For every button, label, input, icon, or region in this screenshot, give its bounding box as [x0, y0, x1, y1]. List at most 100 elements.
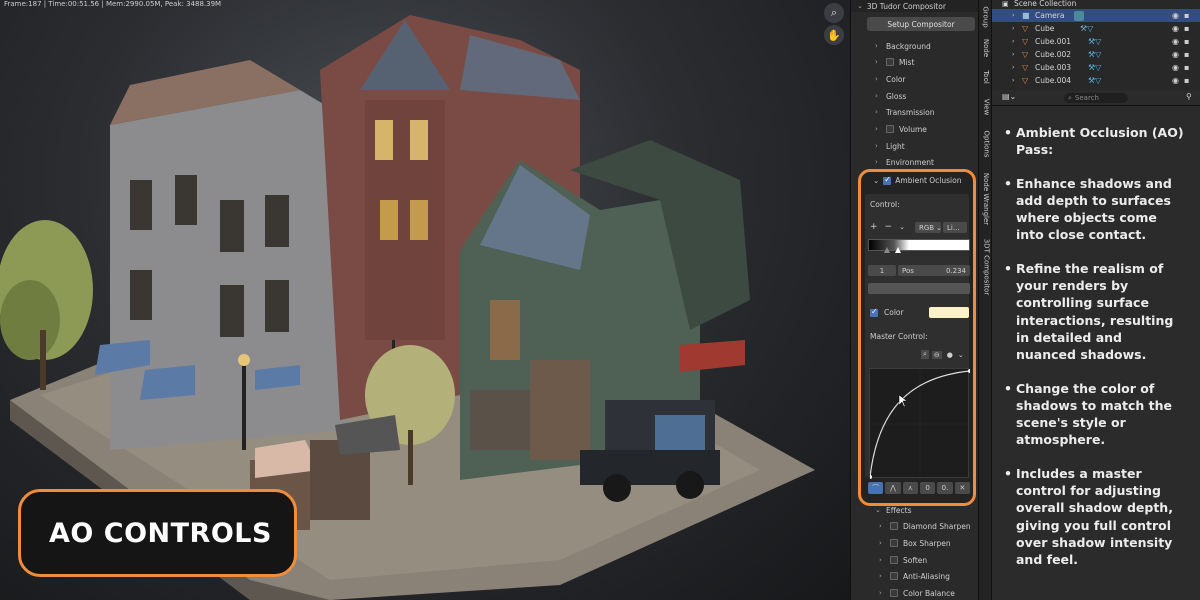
effect-checkbox[interactable] [890, 572, 898, 580]
section-color[interactable]: › Color [875, 73, 906, 85]
eye-icon[interactable]: ◉ [1172, 11, 1179, 20]
section-effects[interactable]: ⌄ Effects [875, 504, 912, 516]
shadow-color-swatch[interactable] [929, 307, 969, 318]
camera-render-icon[interactable]: ▪ [1184, 37, 1189, 46]
curve-sharp-icon[interactable]: ⋀ [885, 482, 901, 494]
eye-icon[interactable]: ◉ [1172, 63, 1179, 72]
curve-vector-icon[interactable]: ⋏ [902, 482, 918, 494]
color-toggle-row[interactable]: Color [870, 307, 904, 317]
eye-icon[interactable]: ◉ [1172, 50, 1179, 59]
tab-node[interactable]: Node [979, 34, 993, 62]
tab-group[interactable]: Group [979, 2, 993, 32]
stop-color-bar[interactable] [868, 283, 970, 294]
effect-checkbox[interactable] [890, 539, 898, 547]
camera-render-icon[interactable]: ▪ [1184, 50, 1189, 59]
tab-node-wrangler[interactable]: Node Wrangler [979, 167, 993, 231]
chevron-right-icon[interactable]: › [1012, 12, 1014, 19]
add-stop-icon[interactable]: + [870, 222, 878, 232]
panel-title: 3D Tudor Compositor [866, 1, 946, 11]
effect-soften[interactable]: › Soften [879, 554, 927, 566]
camera-render-icon[interactable]: ▪ [1184, 76, 1189, 85]
outliner-item-cube-004[interactable]: › ▽ Cube.004 ⚒▽ ◉ ▪ [992, 74, 1200, 87]
chevron-right-icon[interactable]: › [1012, 77, 1014, 84]
mesh-icon: ▽ [1022, 50, 1029, 59]
notes-list: Ambient Occlusion (AO) Pass: Enhance sha… [1004, 124, 1186, 569]
volume-checkbox[interactable] [886, 125, 894, 133]
close-icon[interactable]: ✕ [954, 482, 970, 494]
section-volume[interactable]: › Volume [875, 123, 927, 135]
tab-3dt-compositor[interactable]: 3DT Compositor [979, 234, 993, 300]
outliner-item-cube[interactable]: › ▽ Cube ⚒▽ ◉ ▪ [992, 22, 1200, 35]
camera-icon: ■ [1022, 11, 1030, 20]
outliner-item-cube-003[interactable]: › ▽ Cube.003 ⚒▽ ◉ ▪ [992, 61, 1200, 74]
pin-icon[interactable]: ⚲ [1186, 92, 1192, 101]
tab-view[interactable]: View [979, 93, 993, 121]
chevron-down-icon[interactable]: ⌄ [857, 2, 863, 10]
setup-compositor-button[interactable]: Setup Compositor [867, 17, 975, 31]
color-mode-select[interactable]: RGB ⌄ [915, 222, 942, 233]
section-gloss[interactable]: › Gloss [875, 90, 906, 102]
ao-enable-checkbox[interactable] [883, 175, 892, 185]
master-curve-graph[interactable] [868, 368, 972, 479]
interpolation-select[interactable]: Li... [943, 222, 967, 233]
curve-smooth-icon[interactable]: ⌒ [868, 482, 884, 494]
editor-type-icon[interactable]: ▤⌄ [1002, 92, 1016, 101]
camera-render-icon[interactable]: ▪ [1184, 24, 1189, 33]
camera-render-icon[interactable]: ▪ [1184, 11, 1189, 20]
zoom-icon[interactable]: ⌕ [921, 350, 929, 359]
zoom-icon[interactable]: ⌕ [824, 3, 844, 23]
notes-panel: Ambient Occlusion (AO) Pass: Enhance sha… [992, 106, 1200, 600]
tab-tool[interactable]: Tool [979, 64, 993, 90]
chevron-right-icon: › [879, 556, 882, 564]
effect-diamond-sharpen[interactable]: › Diamond Sharpen [879, 520, 971, 532]
camera-render-icon[interactable]: ▪ [1184, 63, 1189, 72]
section-environment[interactable]: › Environment [875, 156, 934, 168]
chevron-right-icon: › [875, 142, 878, 150]
effect-checkbox[interactable] [890, 589, 898, 597]
effect-anti-aliasing[interactable]: › Anti-Aliasing [879, 570, 950, 582]
section-light[interactable]: › Light [875, 140, 905, 152]
stop-index-field[interactable]: 1 [868, 265, 896, 276]
section-transmission[interactable]: › Transmission [875, 106, 934, 118]
search-input[interactable]: ⌕ Search [1064, 93, 1128, 103]
section-mist[interactable]: › Mist [875, 56, 914, 68]
note-item: Ambient Occlusion (AO) Pass: [1004, 124, 1186, 159]
dot-icon[interactable]: ● [945, 351, 955, 359]
curve-y-value[interactable]: 0. [937, 482, 953, 494]
hand-icon[interactable]: ✋ [824, 25, 844, 45]
effect-checkbox[interactable] [890, 556, 898, 564]
remove-stop-icon[interactable]: − [885, 222, 893, 232]
effect-color-balance[interactable]: › Color Balance [879, 587, 955, 599]
mesh-icon: ▽ [1022, 24, 1029, 33]
ao-header[interactable]: ⌄ Ambient Oclusion [873, 175, 961, 186]
chevron-right-icon: › [879, 539, 882, 547]
chevron-right-icon[interactable]: › [1012, 64, 1014, 71]
3d-viewport[interactable]: Frame:187 | Time:00:51.56 | Mem:2990.05M… [0, 0, 850, 600]
mist-checkbox[interactable] [886, 58, 894, 66]
chevron-down-icon[interactable]: ⌄ [873, 176, 879, 185]
color-checkbox[interactable] [870, 307, 878, 317]
ramp-stop-handle[interactable] [884, 247, 890, 253]
reset-view-icon[interactable]: ⊖ [931, 350, 942, 359]
chevron-right-icon[interactable]: › [1012, 25, 1014, 32]
outliner-item-cube-001[interactable]: › ▽ Cube.001 ⚒▽ ◉ ▪ [992, 35, 1200, 48]
effect-box-sharpen[interactable]: › Box Sharpen [879, 537, 951, 549]
modifier-icon: ⚒▽ [1080, 24, 1094, 33]
outliner-item-camera[interactable]: › ■ Camera ◉ ▪ [992, 9, 1200, 22]
tab-options[interactable]: Options [979, 124, 993, 164]
chevron-down-icon[interactable]: ⌄ [899, 223, 905, 231]
ramp-stop-handle[interactable] [895, 247, 901, 253]
eye-icon[interactable]: ◉ [1172, 24, 1179, 33]
section-background[interactable]: › Background [875, 40, 931, 52]
chevron-right-icon[interactable]: › [1012, 38, 1014, 45]
panel-header[interactable]: ⌄ 3D Tudor Compositor [851, 0, 979, 12]
chevron-right-icon[interactable]: › [1012, 51, 1014, 58]
chevron-down-icon[interactable]: ⌄ [958, 351, 964, 359]
stop-position-field[interactable]: Pos 0.234 [898, 265, 970, 276]
curve-x-value[interactable]: 0 [919, 482, 936, 494]
eye-icon[interactable]: ◉ [1172, 37, 1179, 46]
outliner: ▣ Scene Collection › ■ Camera ◉ ▪ › ▽ Cu… [992, 0, 1200, 90]
eye-icon[interactable]: ◉ [1172, 76, 1179, 85]
effect-checkbox[interactable] [890, 522, 898, 530]
outliner-item-cube-002[interactable]: › ▽ Cube.002 ⚒▽ ◉ ▪ [992, 48, 1200, 61]
